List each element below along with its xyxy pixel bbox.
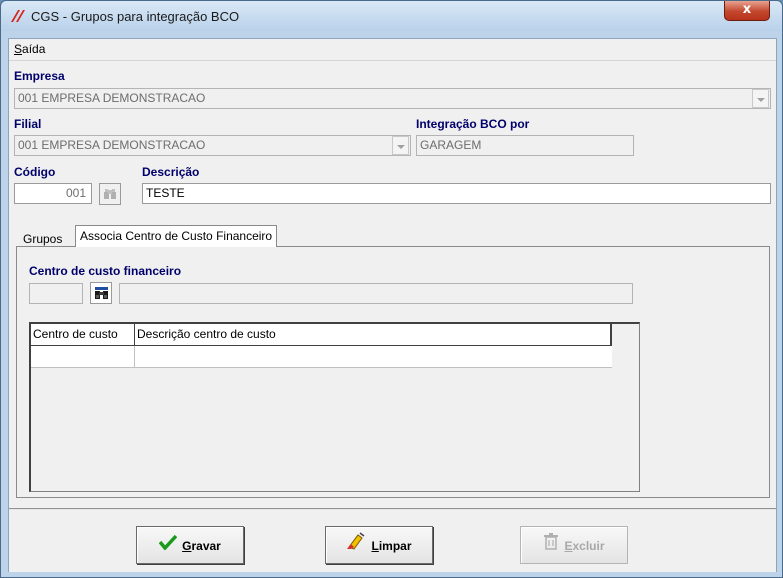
limpar-mnemonic: L — [371, 538, 379, 553]
close-button[interactable]: x — [724, 1, 770, 21]
empresa-value: 001 EMPRESA DEMONSTRACAO — [18, 91, 206, 105]
filial-select[interactable]: 001 EMPRESA DEMONSTRACAO — [14, 135, 411, 156]
empresa-label: Empresa — [14, 69, 65, 83]
dropdown-arrow-icon[interactable] — [392, 136, 409, 155]
excluir-label: xcluir — [572, 538, 605, 553]
grid-cell-descricao[interactable] — [135, 346, 610, 368]
grid-cell-centro-custo[interactable] — [31, 346, 135, 368]
limpar-label: impar — [378, 538, 412, 553]
centro-custo-label: Centro de custo financeiro — [29, 264, 182, 278]
menu-bar: Saída — [9, 39, 776, 61]
integracao-value: GARAGEM — [420, 138, 482, 152]
descricao-label: Descrição — [142, 165, 200, 179]
binoculars-icon — [103, 188, 117, 203]
limpar-button[interactable]: Limpar — [325, 526, 433, 564]
integracao-label: Integração BCO por — [416, 117, 530, 131]
tab-grupos[interactable]: Grupos — [23, 232, 62, 246]
menu-saida-mnemonic: S — [14, 42, 23, 56]
app-logo-icon — [9, 9, 25, 23]
table-row[interactable] — [31, 346, 612, 368]
excluir-button[interactable]: Excluir — [520, 526, 628, 564]
filial-value: 001 EMPRESA DEMONSTRACAO — [18, 138, 206, 152]
title-bar[interactable]: CGS - Grupos para integração BCO x — [1, 1, 782, 31]
grid-column-centro-custo[interactable]: Centro de custo — [31, 324, 135, 346]
grid-header: Centro de custo Descrição centro de cust… — [31, 324, 612, 346]
grid-column-descricao[interactable]: Descrição centro de custo — [135, 324, 610, 346]
window-title: CGS - Grupos para integração BCO — [31, 9, 240, 24]
empresa-select[interactable]: 001 EMPRESA DEMONSTRACAO — [14, 88, 771, 109]
main-window: CGS - Grupos para integração BCO x Saída… — [0, 0, 783, 578]
eraser-icon — [346, 528, 366, 564]
codigo-value: 001 — [65, 186, 86, 200]
codigo-search-button[interactable] — [99, 183, 121, 205]
centro-custo-search-button[interactable] — [90, 282, 112, 304]
button-bar: Gravar Limpar Excluir — [9, 508, 776, 572]
delete-icon — [543, 528, 559, 564]
menu-saida-label: aída — [22, 42, 46, 56]
integracao-field: GARAGEM — [416, 135, 634, 156]
dropdown-arrow-icon[interactable] — [752, 89, 769, 108]
centro-custo-grid[interactable]: Centro de custo Descrição centro de cust… — [29, 322, 640, 492]
menu-saida[interactable]: Saída — [14, 42, 45, 56]
centro-custo-desc-field — [119, 283, 633, 304]
codigo-input[interactable]: 001 — [14, 183, 92, 204]
filial-label: Filial — [14, 117, 42, 131]
binoculars-icon — [94, 286, 109, 304]
gravar-button[interactable]: Gravar — [136, 526, 244, 564]
checkmark-icon — [158, 528, 178, 564]
client-area: Saída Empresa 001 EMPRESA DEMONSTRACAO F… — [8, 38, 777, 572]
tab-associa-centro-custo[interactable]: Associa Centro de Custo Financeiro — [75, 225, 278, 247]
descricao-input[interactable]: TESTE — [142, 183, 771, 204]
descricao-value: TESTE — [146, 186, 185, 200]
codigo-label: Código — [14, 165, 56, 179]
centro-custo-code-input[interactable] — [29, 283, 83, 304]
gravar-label: ravar — [191, 538, 221, 553]
excluir-mnemonic: E — [564, 538, 573, 553]
close-icon: x — [742, 2, 752, 17]
